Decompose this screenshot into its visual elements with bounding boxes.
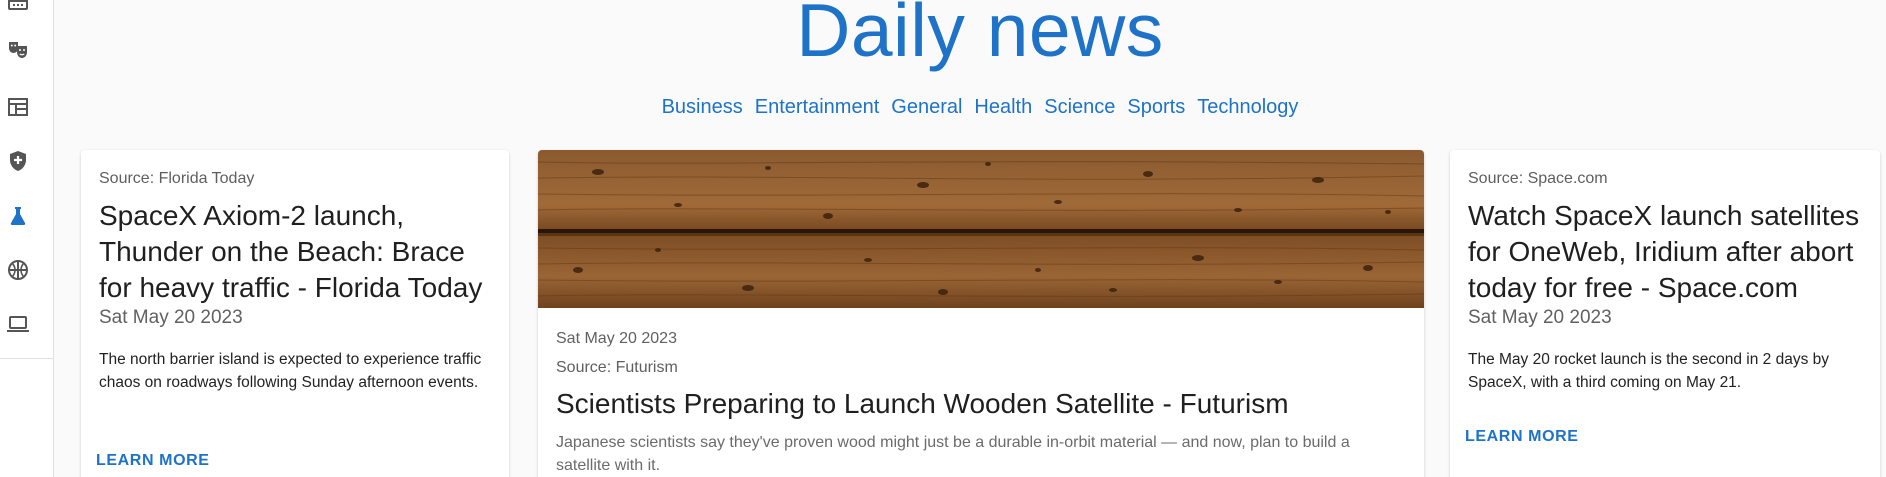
article-title[interactable]: Scientists Preparing to Launch Wooden Sa…	[556, 386, 1406, 422]
rail-divider	[0, 358, 54, 359]
health-shield-icon	[10, 151, 26, 171]
article-title[interactable]: SpaceX Axiom-2 launch, Thunder on the Be…	[99, 198, 491, 306]
rail-item-technology[interactable]	[0, 304, 54, 344]
article-source: Source: Space.com	[1468, 170, 1608, 187]
basketball-icon	[8, 260, 28, 280]
business-icon	[8, 0, 28, 10]
category-links: Business Entertainment General Health Sc…	[55, 96, 1886, 119]
category-link-health[interactable]: Health	[974, 96, 1032, 119]
theater-masks-icon	[9, 42, 27, 58]
main-content: Daily news Business Entertainment Genera…	[55, 0, 1886, 477]
category-nav-rail	[0, 0, 54, 477]
article-date: Sat May 20 2023	[99, 307, 243, 328]
category-link-general[interactable]: General	[891, 96, 962, 119]
category-link-entertainment[interactable]: Entertainment	[755, 96, 880, 119]
featured-news-card: Sat May 20 2023 Source: Futurism Scienti…	[538, 150, 1424, 477]
learn-more-button[interactable]: LEARN MORE	[1465, 428, 1862, 446]
news-card: Source: Space.com Watch SpaceX launch sa…	[1450, 150, 1880, 477]
category-link-business[interactable]: Business	[662, 96, 743, 119]
laptop-icon	[7, 316, 29, 332]
article-source: Source: Futurism	[556, 359, 678, 376]
article-date: Sat May 20 2023	[1468, 307, 1612, 328]
rail-item-general[interactable]	[0, 87, 54, 127]
rail-item-sports[interactable]	[0, 250, 54, 290]
flask-icon	[10, 207, 26, 225]
article-description: Japanese scientists say they've proven w…	[556, 434, 1350, 474]
category-link-sports[interactable]: Sports	[1127, 96, 1185, 119]
news-app: Daily news Business Entertainment Genera…	[0, 0, 1886, 477]
article-description: The May 20 rocket launch is the second i…	[1468, 351, 1830, 391]
article-description: The north barrier island is expected to …	[99, 351, 482, 391]
rail-item-entertainment[interactable]	[0, 30, 54, 70]
category-link-science[interactable]: Science	[1044, 96, 1115, 119]
rail-item-science[interactable]	[0, 196, 54, 236]
rail-item-health[interactable]	[0, 141, 54, 181]
article-source: Source: Florida Today	[99, 170, 255, 187]
article-date: Sat May 20 2023	[556, 330, 677, 347]
rail-item-business[interactable]	[0, 0, 54, 22]
newspaper-table-icon	[8, 98, 28, 116]
category-link-technology[interactable]: Technology	[1197, 96, 1298, 119]
page-title: Daily news	[796, 0, 1164, 72]
learn-more-button[interactable]: LEARN MORE	[96, 452, 491, 470]
news-card: Source: Florida Today SpaceX Axiom-2 lau…	[81, 150, 509, 477]
wooden-planks-image[interactable]	[538, 150, 1424, 308]
article-title[interactable]: Watch SpaceX launch satellites for OneWe…	[1468, 198, 1862, 306]
